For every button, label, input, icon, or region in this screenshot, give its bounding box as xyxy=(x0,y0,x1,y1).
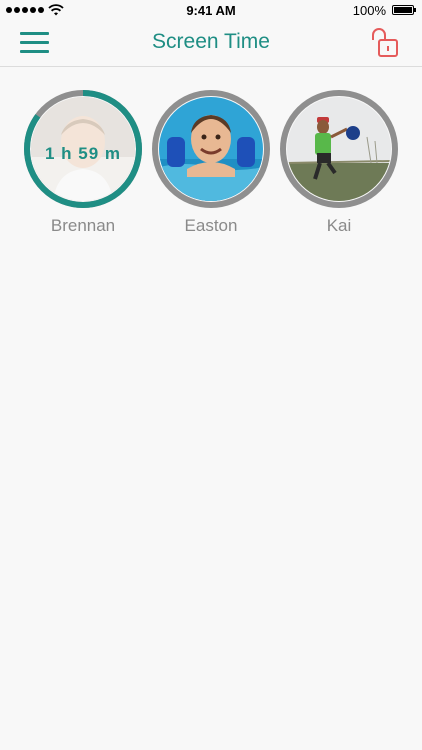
profile-easton[interactable]: Easton xyxy=(150,88,272,236)
avatar xyxy=(159,97,263,201)
unlocked-padlock-icon[interactable] xyxy=(368,26,402,60)
profile-brennan[interactable]: 1 h 59 m Brennan xyxy=(22,88,144,236)
battery-percentage: 100% xyxy=(352,3,386,18)
progress-ring: 1 h 59 m xyxy=(22,88,144,210)
profile-kai[interactable]: Kai xyxy=(278,88,400,236)
battery-icon xyxy=(392,5,416,15)
progress-ring xyxy=(278,88,400,210)
time-used-label: 1 h 59 m xyxy=(44,144,122,163)
profile-name: Kai xyxy=(326,216,352,235)
avatar: 1 h 59 m xyxy=(31,97,135,201)
avatar xyxy=(287,97,391,201)
status-bar: 9:41 AM 100% xyxy=(0,0,422,22)
profile-name: Brennan xyxy=(50,216,116,235)
navigation-bar: Screen Time xyxy=(0,22,422,67)
profile-name: Easton xyxy=(184,216,238,235)
progress-ring xyxy=(150,88,272,210)
page-title: Screen Time xyxy=(152,30,270,53)
